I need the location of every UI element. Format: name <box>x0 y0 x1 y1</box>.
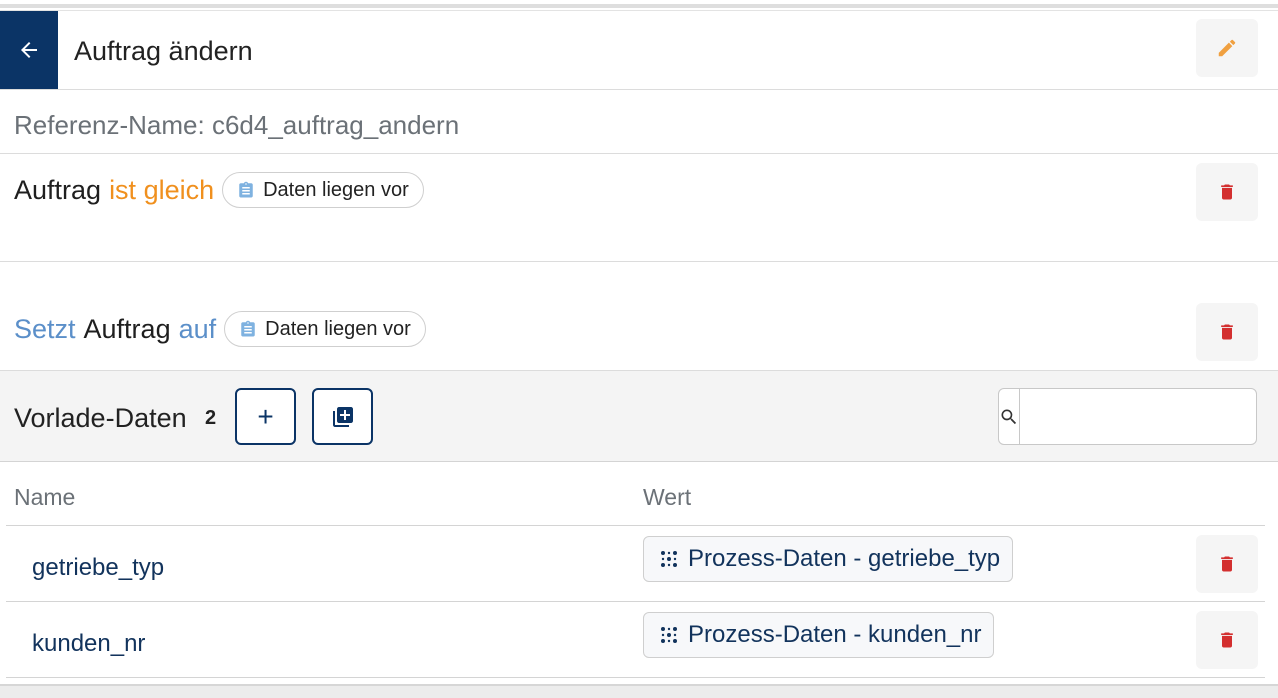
assignment-verb: Setzt <box>14 313 76 344</box>
assignment-statement: Setzt Auftrag auf Daten liegen vor <box>14 311 426 347</box>
row-name: getriebe_typ <box>32 554 165 581</box>
condition-subject: Auftrag <box>14 174 102 205</box>
column-header-value[interactable]: Wert <box>643 484 691 511</box>
assignment-preposition: auf <box>178 313 217 344</box>
search-icon <box>1001 409 1017 424</box>
column-header-name[interactable]: Name <box>14 484 75 511</box>
delete-condition-button[interactable] <box>1196 163 1258 221</box>
trash-icon <box>1221 632 1233 648</box>
condition-operator[interactable]: ist gleich <box>109 175 214 206</box>
search-box <box>998 388 1278 445</box>
add-button[interactable]: + <box>235 388 296 445</box>
condition-row: Auftrag ist gleich Daten liegen vor <box>0 154 1278 262</box>
add-multiple-button[interactable] <box>312 388 373 445</box>
delete-row-button[interactable] <box>1196 611 1258 669</box>
row-value-label: Prozess-Daten - getriebe_typ <box>688 545 1001 572</box>
row-value-chip[interactable]: Prozess-Daten - getriebe_typ <box>643 536 1014 582</box>
page-title: Auftrag ändern <box>74 36 253 66</box>
vorlade-count-badge: 2 <box>205 407 217 429</box>
delete-row-button[interactable] <box>1196 535 1258 593</box>
trash-icon <box>1221 184 1233 200</box>
process-data-icon <box>661 627 677 643</box>
condition-value-label: Daten liegen vor <box>263 178 409 201</box>
add-label: + <box>257 400 274 432</box>
table-row: kunden_nr Prozess-Daten - kunden_nr <box>6 602 1265 678</box>
condition-statement: Auftrag ist gleich Daten liegen vor <box>14 172 424 208</box>
reference-row: Referenz-Name: c6d4_auftrag_andern <box>0 90 1278 154</box>
process-data-icon <box>661 551 677 567</box>
edit-button[interactable] <box>1196 19 1258 77</box>
vorlade-toolbar: Vorlade-Daten 2 + <box>0 370 1278 462</box>
header: Auftrag ändern <box>0 11 1278 90</box>
row-value-chip[interactable]: Prozess-Daten - kunden_nr <box>643 612 995 658</box>
pencil-icon <box>1218 39 1236 57</box>
delete-assignment-button[interactable] <box>1196 303 1258 361</box>
clipboard-icon <box>241 320 255 337</box>
back-button[interactable] <box>0 11 58 89</box>
assignment-value-label: Daten liegen vor <box>265 317 411 340</box>
top-strip <box>0 0 1278 11</box>
library-add-icon <box>332 406 353 427</box>
assignment-subject: Auftrag <box>83 313 171 344</box>
table-header: Name Wert <box>6 462 1265 526</box>
search-button[interactable] <box>999 389 1020 444</box>
reference-name: Referenz-Name: c6d4_auftrag_andern <box>14 110 460 140</box>
trash-icon <box>1221 324 1233 340</box>
assignment-row: Setzt Auftrag auf Daten liegen vor <box>0 262 1278 370</box>
table-row: getriebe_typ Prozess-Daten - getriebe_ty… <box>6 526 1265 602</box>
row-name: kunden_nr <box>32 630 146 657</box>
search-input[interactable] <box>1020 389 1278 444</box>
trash-icon <box>1221 556 1233 572</box>
arrow-left-icon <box>21 42 37 58</box>
condition-value-chip[interactable]: Daten liegen vor <box>222 172 424 208</box>
vorlade-title: Vorlade-Daten <box>14 403 187 433</box>
assignment-value-chip[interactable]: Daten liegen vor <box>224 311 426 347</box>
bottom-strip <box>0 684 1278 698</box>
clipboard-icon <box>239 181 253 198</box>
row-value-label: Prozess-Daten - kunden_nr <box>688 621 982 648</box>
